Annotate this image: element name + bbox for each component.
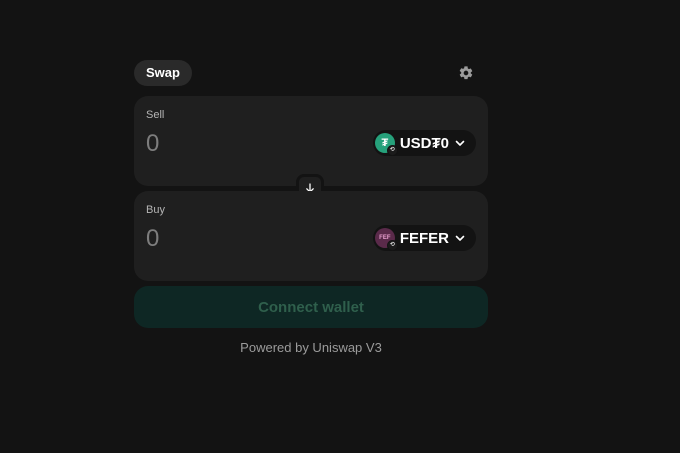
swap-widget: Swap Sell ₮ ⟲ USD₮0 Buy FEF ⟲: [134, 58, 488, 355]
chevron-down-icon: [455, 140, 465, 146]
buy-panel: Buy FEF ⟲ FEFER: [134, 191, 488, 281]
swap-header: Swap: [134, 58, 488, 86]
chevron-down-icon: [455, 235, 465, 241]
fefer-token-icon: FEF ⟲: [374, 228, 398, 251]
sell-token-symbol: USD₮0: [399, 134, 449, 152]
chain-badge-icon: ⟲: [386, 145, 398, 156]
chain-badge-icon: ⟲: [386, 240, 398, 251]
sell-panel: Sell ₮ ⟲ USD₮0: [134, 96, 488, 186]
connect-wallet-button[interactable]: Connect wallet: [134, 286, 488, 328]
buy-token-selector[interactable]: FEF ⟲ FEFER: [372, 225, 476, 251]
sell-label: Sell: [146, 109, 165, 121]
sell-amount-input[interactable]: [146, 130, 326, 158]
usdt-token-icon: ₮ ⟲: [374, 133, 398, 156]
gear-icon[interactable]: [458, 65, 474, 81]
tab-swap[interactable]: Swap: [134, 60, 192, 86]
sell-token-selector[interactable]: ₮ ⟲ USD₮0: [372, 130, 476, 156]
buy-token-symbol: FEFER: [399, 229, 449, 247]
buy-label: Buy: [146, 204, 165, 216]
powered-by-text: Powered by Uniswap V3: [240, 340, 382, 355]
buy-amount-input[interactable]: [146, 225, 326, 253]
